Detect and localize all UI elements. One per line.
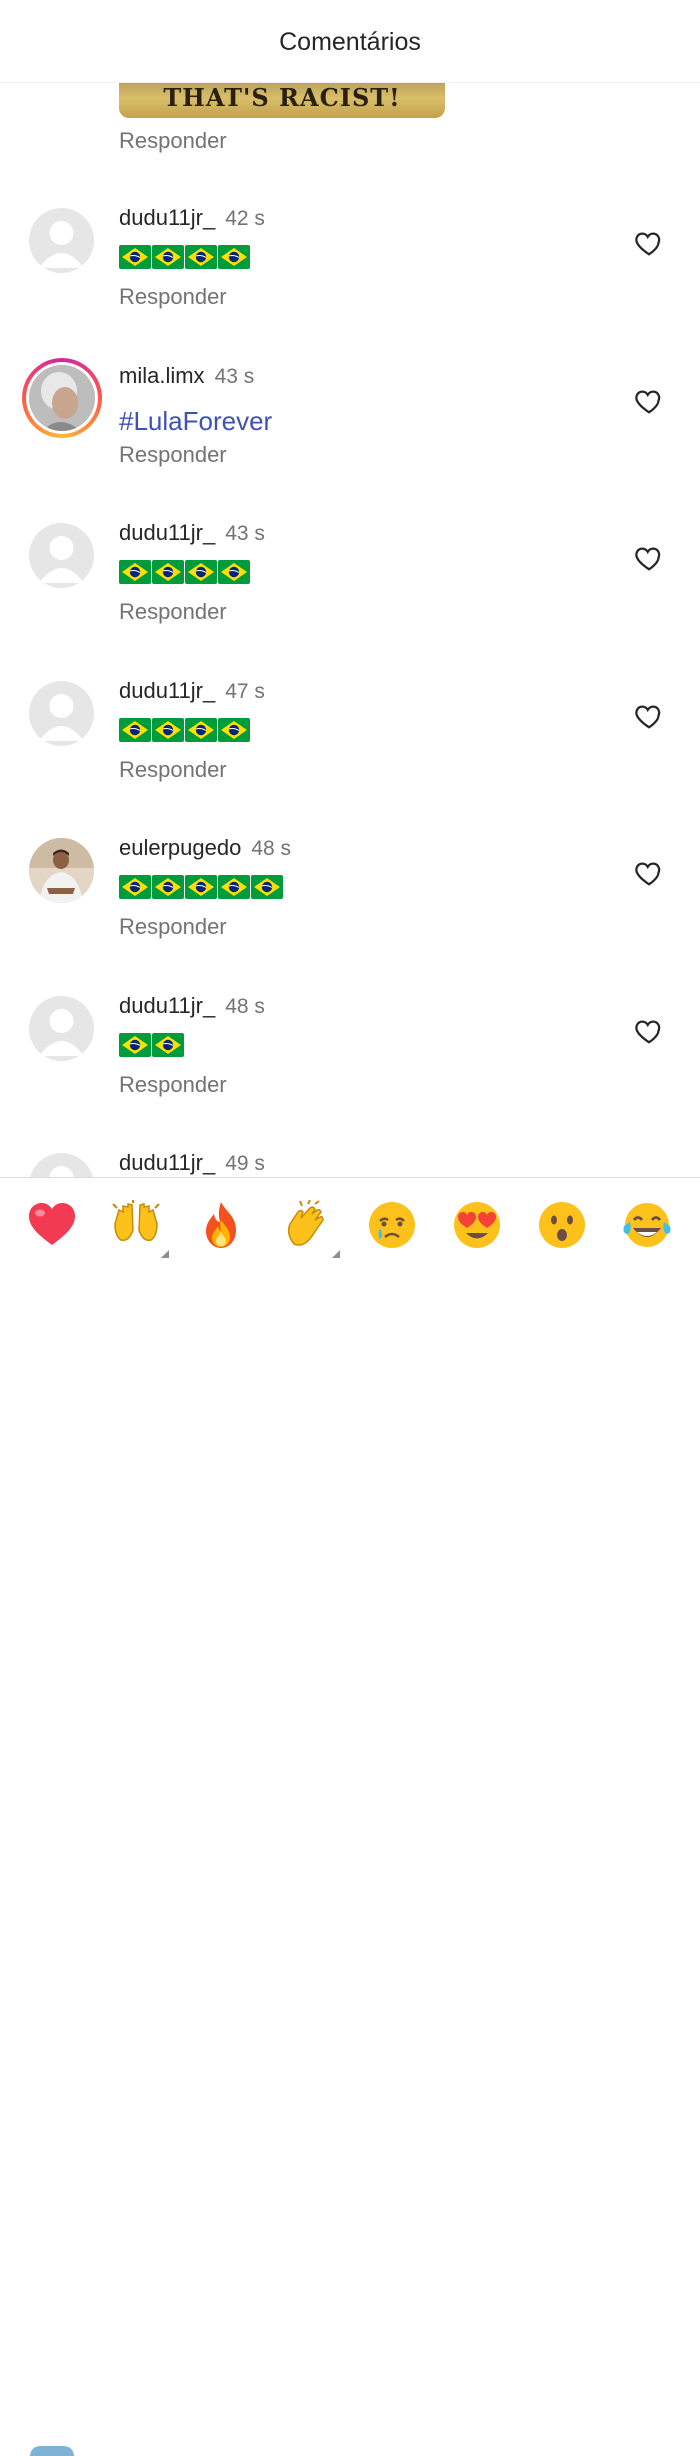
default-avatar-icon: [39, 694, 84, 741]
comment-username[interactable]: dudu11jr_ 42 s: [119, 205, 265, 231]
comment-username[interactable]: dudu11jr_ 49 s: [119, 1150, 265, 1176]
profile-photo-icon: [29, 365, 95, 431]
like-heart-icon[interactable]: [634, 1016, 664, 1046]
variants-indicator-icon: [332, 1250, 340, 1258]
comment-time: 43 s: [214, 365, 255, 388]
avatar[interactable]: [29, 523, 94, 588]
reply-button[interactable]: Responder: [119, 599, 227, 625]
composer-avatar[interactable]: [30, 2446, 74, 2456]
brazil-flag-icon: [152, 560, 184, 584]
brazil-flag-icon: [119, 245, 151, 269]
like-heart-icon[interactable]: [634, 858, 664, 888]
brazil-flag-icon: [152, 245, 184, 269]
brazil-flag-icon: [119, 875, 151, 899]
username-text[interactable]: mila.limx: [119, 363, 205, 388]
brazil-flag-icon: [185, 560, 217, 584]
brazil-flag-icon: [152, 718, 184, 742]
default-avatar-icon: [39, 536, 84, 583]
emoji-reaction-bar: [0, 1177, 700, 2456]
comment-username[interactable]: dudu11jr_ 48 s: [119, 993, 265, 1019]
like-heart-icon[interactable]: [634, 701, 664, 731]
brazil-flag-icon: [152, 1033, 184, 1057]
comment-username[interactable]: eulerpugedo 48 s: [119, 835, 291, 861]
like-heart-icon[interactable]: [634, 386, 664, 416]
comments-header: Comentários: [0, 0, 700, 83]
reply-button[interactable]: Responder: [119, 128, 227, 154]
username-text[interactable]: dudu11jr_: [119, 678, 215, 703]
default-avatar-icon: [39, 221, 84, 268]
page-title: Comentários: [279, 28, 421, 56]
brazil-flag-icon: [152, 875, 184, 899]
brazil-flag-icon: [218, 875, 250, 899]
comment-time: 47 s: [225, 680, 265, 703]
comment-text-flags: [119, 560, 250, 586]
comment-username[interactable]: mila.limx 43 s: [119, 363, 254, 389]
comment-time: 43 s: [225, 522, 265, 545]
avatar-story-ring[interactable]: [22, 358, 102, 438]
comment-text-flags: [119, 1033, 184, 1059]
surprised-face-icon[interactable]: [537, 1200, 587, 1250]
username-text[interactable]: dudu11jr_: [119, 520, 215, 545]
avatar[interactable]: [29, 838, 94, 903]
brazil-flag-icon: [185, 875, 217, 899]
comment-hashtag[interactable]: #LulaForever: [119, 406, 272, 436]
brazil-flag-icon: [251, 875, 283, 899]
brazil-flag-icon: [218, 245, 250, 269]
comment-item: dudu11jr_ 43 s Responder: [0, 520, 700, 673]
comment-item: dudu11jr_ 49 s: [0, 1150, 700, 1177]
comment-username[interactable]: dudu11jr_ 47 s: [119, 678, 265, 704]
comment-item: mila.limx 43 s #LulaForever Responder: [0, 358, 700, 516]
tears-of-joy-icon[interactable]: [622, 1200, 672, 1250]
brazil-flag-icon: [218, 718, 250, 742]
reply-button[interactable]: Responder: [119, 1072, 227, 1098]
fire-icon[interactable]: [196, 1200, 246, 1250]
avatar[interactable]: [29, 208, 94, 273]
comment-item: dudu11jr_ 42 s Responder: [0, 205, 700, 358]
avatar[interactable]: [29, 1153, 94, 1177]
default-avatar-icon: [49, 1166, 74, 1177]
like-heart-icon[interactable]: [634, 543, 664, 573]
comments-list[interactable]: THAT'S RACIST! Responder dudu11jr_ 42 s R…: [0, 82, 700, 1177]
username-text[interactable]: eulerpugedo: [119, 835, 241, 860]
comment-time: 48 s: [225, 995, 265, 1018]
comment-time: 48 s: [251, 837, 292, 860]
brazil-flag-icon: [185, 245, 217, 269]
avatar[interactable]: [29, 996, 94, 1061]
brazil-flag-icon: [119, 1033, 151, 1057]
avatar[interactable]: [29, 681, 94, 746]
raised-hands-icon[interactable]: [111, 1200, 169, 1258]
gif-caption: THAT'S RACIST!: [163, 83, 401, 112]
default-avatar-icon: [39, 1009, 84, 1056]
username-text[interactable]: dudu11jr_: [119, 993, 215, 1018]
comment-text-flags: [119, 718, 250, 744]
brazil-flag-icon: [218, 560, 250, 584]
clapping-hands-icon[interactable]: [282, 1199, 340, 1258]
comment-username[interactable]: dudu11jr_ 43 s: [119, 520, 265, 546]
reply-button[interactable]: Responder: [119, 757, 227, 783]
reply-button[interactable]: Responder: [119, 442, 227, 468]
reply-button[interactable]: Responder: [119, 914, 227, 940]
crying-face-icon[interactable]: [367, 1200, 417, 1250]
like-heart-icon[interactable]: [634, 228, 664, 258]
avatar: [29, 365, 95, 431]
heart-eyes-icon[interactable]: [452, 1200, 502, 1250]
profile-photo-icon: [29, 838, 94, 903]
reply-button[interactable]: Responder: [119, 284, 227, 310]
brazil-flag-icon: [119, 718, 151, 742]
comment-item: dudu11jr_ 47 s Responder: [0, 678, 700, 831]
comment-time: 42 s: [225, 207, 265, 230]
username-text[interactable]: dudu11jr_: [119, 1150, 215, 1175]
comment-item: dudu11jr_ 48 s Responder: [0, 993, 700, 1146]
comment-text-flags: [119, 875, 283, 901]
comment-time: 49 s: [225, 1152, 265, 1175]
comment-item: eulerpugedo 48 s Responder: [0, 835, 700, 988]
brazil-flag-icon: [185, 718, 217, 742]
variants-indicator-icon: [161, 1250, 169, 1258]
brazil-flag-icon: [119, 560, 151, 584]
heart-icon[interactable]: [27, 1200, 77, 1250]
username-text[interactable]: dudu11jr_: [119, 205, 215, 230]
comment-text-flags: [119, 245, 250, 271]
previous-comment-gif[interactable]: THAT'S RACIST!: [119, 82, 445, 118]
